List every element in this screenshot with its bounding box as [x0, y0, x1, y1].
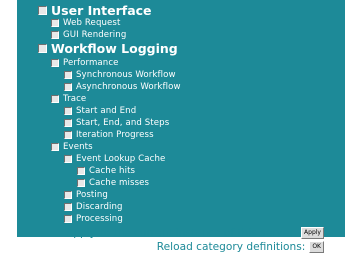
item-cache-hits[interactable]: Cache hits: [77, 165, 135, 176]
checkbox-posting[interactable]: [64, 190, 72, 199]
section-workflow-logging[interactable]: Workflow Logging: [38, 41, 178, 56]
checkbox-trace[interactable]: [51, 94, 59, 103]
checkbox-start-end-and-steps[interactable]: [64, 118, 72, 127]
item-label: Performance: [63, 57, 119, 68]
item-events[interactable]: Events: [51, 141, 93, 152]
section-label: User Interface: [51, 3, 152, 18]
item-label: Events: [63, 141, 93, 152]
item-iteration-progress[interactable]: Iteration Progress: [64, 129, 154, 140]
item-label: Processing: [76, 213, 123, 224]
checkbox-events[interactable]: [51, 142, 59, 151]
item-label: Web Request: [63, 17, 121, 28]
item-start-end-and-steps[interactable]: Start, End, and Steps: [64, 117, 169, 128]
apply-button[interactable]: Apply: [301, 227, 324, 239]
item-start-and-end[interactable]: Start and End: [64, 105, 136, 116]
checkbox-workflow-logging[interactable]: [38, 44, 47, 53]
checkbox-discarding[interactable]: [64, 202, 72, 211]
item-asynchronous-workflow[interactable]: Asynchronous Workflow: [64, 81, 181, 92]
item-trace[interactable]: Trace: [51, 93, 86, 104]
item-label: Discarding: [76, 201, 123, 212]
checkbox-user-interface[interactable]: [38, 6, 47, 15]
item-label: GUI Rendering: [63, 29, 127, 40]
item-label: Cache hits: [89, 165, 136, 176]
item-label: Cache misses: [89, 177, 150, 188]
item-label: Asynchronous Workflow: [76, 81, 181, 92]
checkbox-web-request[interactable]: [51, 18, 59, 27]
item-cache-misses[interactable]: Cache misses: [77, 177, 149, 188]
checkbox-cache-misses[interactable]: [77, 178, 85, 187]
item-label: Synchronous Workflow: [76, 69, 176, 80]
item-synchronous-workflow[interactable]: Synchronous Workflow: [64, 69, 176, 80]
item-label: Start, End, and Steps: [76, 117, 170, 128]
checkbox-performance[interactable]: [51, 58, 59, 67]
item-performance[interactable]: Performance: [51, 57, 119, 68]
apply-row: Apply to the current instance of this se…: [66, 227, 324, 239]
section-label: Workflow Logging: [51, 41, 178, 56]
item-label: Iteration Progress: [76, 129, 154, 140]
item-gui-rendering[interactable]: GUI Rendering: [51, 29, 126, 40]
item-web-request[interactable]: Web Request: [51, 17, 120, 28]
section-user-interface[interactable]: User Interface: [38, 3, 152, 18]
reload-text: Reload category definitions:: [156, 241, 306, 253]
item-label: Posting: [76, 189, 108, 200]
item-processing[interactable]: Processing: [64, 213, 123, 224]
logging-categories-panel: User Interface Web Request GUI Rendering…: [17, 0, 345, 237]
checkbox-iteration-progress[interactable]: [64, 130, 72, 139]
checkbox-processing[interactable]: [64, 214, 72, 223]
item-discarding[interactable]: Discarding: [64, 201, 123, 212]
reload-ok-button[interactable]: OK: [309, 241, 324, 253]
checkbox-synchronous-workflow[interactable]: [64, 70, 72, 79]
item-posting[interactable]: Posting: [64, 189, 108, 200]
item-label: Event Lookup Cache: [76, 153, 166, 164]
item-label: Start and End: [76, 105, 137, 116]
checkbox-cache-hits[interactable]: [77, 166, 85, 175]
checkbox-asynchronous-workflow[interactable]: [64, 82, 72, 91]
item-label: Trace: [63, 93, 87, 104]
item-event-lookup-cache[interactable]: Event Lookup Cache: [64, 153, 165, 164]
checkbox-start-and-end[interactable]: [64, 106, 72, 115]
checkbox-event-lookup-cache[interactable]: [64, 154, 72, 163]
checkbox-gui-rendering[interactable]: [51, 30, 59, 39]
reload-row: Reload category definitions: OK: [157, 241, 324, 253]
apply-text: Apply to the current instance of this se…: [65, 227, 298, 239]
